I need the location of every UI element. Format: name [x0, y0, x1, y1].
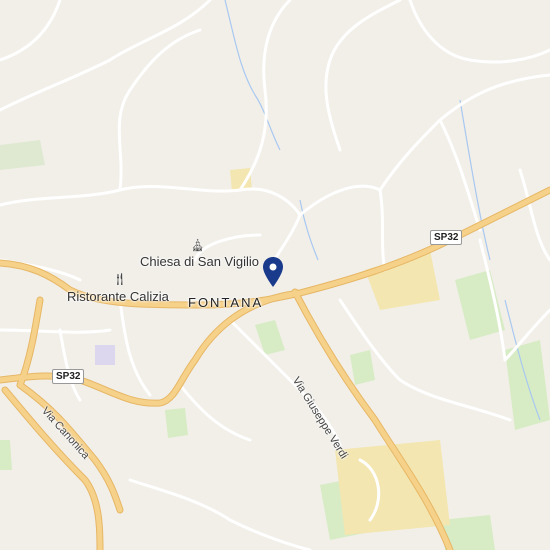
location-pin-icon[interactable] — [262, 256, 284, 288]
green-areas — [0, 140, 550, 550]
sp32-shield-west: SP32 — [52, 369, 85, 384]
map-canvas[interactable]: SP32 SP32 ⛪︎ Chiesa di San Vigilio 🍴︎ Ri… — [0, 0, 550, 550]
town-label: FONTANA — [188, 295, 264, 310]
place-label-church[interactable]: Chiesa di San Vigilio — [140, 254, 259, 269]
place-label-restaurant[interactable]: Ristorante Calizia — [67, 289, 169, 304]
sp32-shield-east: SP32 — [430, 230, 463, 245]
fork-knife-icon[interactable]: 🍴︎ — [112, 272, 127, 286]
church-icon[interactable]: ⛪︎ — [190, 238, 205, 252]
